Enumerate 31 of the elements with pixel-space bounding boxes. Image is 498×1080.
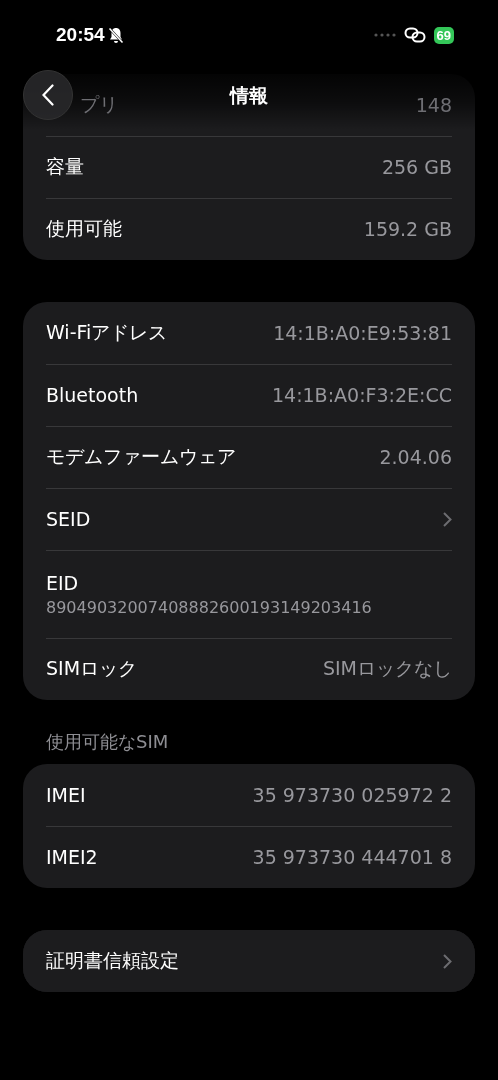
link-row[interactable]: 証明書信頼設定 bbox=[23, 930, 475, 992]
row-label: IMEI bbox=[46, 784, 86, 806]
row-value: SIMロックなし bbox=[322, 656, 452, 681]
row-label: Bluetooth bbox=[46, 384, 139, 406]
row-value: 14:1B:A0:F3:2E:CC bbox=[271, 384, 452, 406]
row-value: 14:1B:A0:E9:53:81 bbox=[273, 322, 452, 344]
battery-level: 69 bbox=[433, 26, 454, 44]
row-value: 159.2 GB bbox=[363, 218, 452, 240]
signal-dots-icon bbox=[373, 33, 396, 37]
row-label: Wi-Fiアドレス bbox=[46, 320, 168, 345]
row-value: 148 bbox=[415, 94, 452, 116]
chevron-right-icon bbox=[443, 953, 452, 969]
status-time: 20:54 bbox=[56, 24, 105, 46]
row-value: 2.04.06 bbox=[379, 446, 452, 468]
row-value: 256 GB bbox=[381, 156, 452, 178]
row-value: 35 973730 444701 8 bbox=[252, 846, 452, 868]
section-heading: 使用可能なSIM bbox=[46, 730, 170, 754]
row-value: 35 973730 025972 2 bbox=[252, 784, 452, 806]
chevron-right-icon bbox=[443, 511, 452, 527]
row-label: 使用可能 bbox=[46, 216, 122, 241]
row-label: 容量 bbox=[46, 154, 84, 179]
row-label: SIMロック bbox=[46, 656, 138, 681]
chevron-left-icon bbox=[42, 84, 54, 106]
row-label: プリ bbox=[80, 92, 118, 117]
bell-slash-icon bbox=[107, 26, 124, 44]
page-title: 情報 bbox=[230, 83, 268, 108]
link-icon bbox=[403, 27, 426, 43]
row-label: モデムファームウェア bbox=[46, 444, 236, 469]
row-label: IMEI2 bbox=[46, 846, 98, 868]
row-label: EID bbox=[46, 571, 79, 594]
row-value: 89049032007408882600193149203416 bbox=[46, 597, 372, 617]
